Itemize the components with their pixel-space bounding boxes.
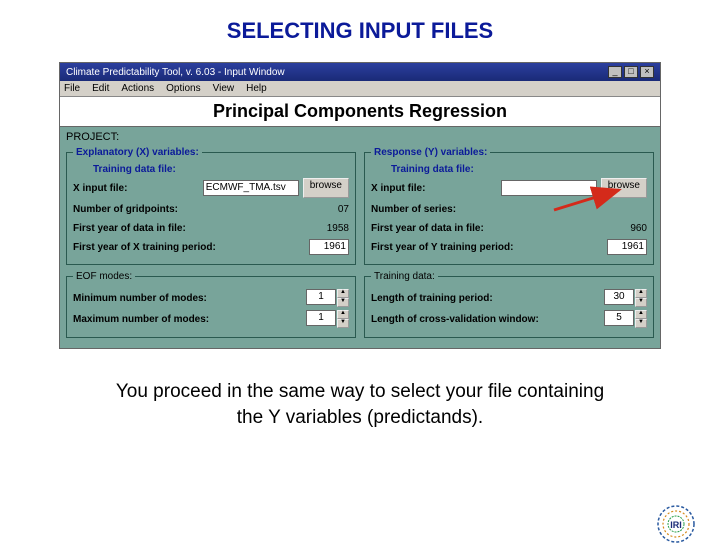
eof-legend: EOF modes: — [73, 271, 135, 282]
max-modes-label: Maximum number of modes: — [73, 314, 209, 325]
slide-caption: You proceed in the same way to select yo… — [40, 379, 680, 430]
y-legend: Response (Y) variables: — [371, 147, 490, 158]
iri-logo: IRI — [656, 504, 696, 544]
menu-options[interactable]: Options — [166, 83, 200, 94]
x-firstyear-file-label: First year of data in file: — [73, 223, 186, 234]
window-title: Climate Predictability Tool, v. 6.03 - I… — [66, 67, 285, 78]
y-firstyear-file-label: First year of data in file: — [371, 223, 484, 234]
menu-file[interactable]: File — [64, 83, 80, 94]
menu-view[interactable]: View — [213, 83, 235, 94]
training-legend: Training data: — [371, 271, 438, 282]
y-input-file-label: X input file: — [371, 183, 425, 194]
y-firstyear-train-field[interactable]: 1961 — [607, 239, 647, 255]
slide-title: SELECTING INPUT FILES — [0, 18, 720, 44]
y-input-file-field[interactable] — [501, 180, 597, 196]
min-modes-up[interactable]: ▲ — [337, 289, 349, 298]
x-ngrid-value: 07 — [319, 204, 349, 215]
min-modes-down[interactable]: ▼ — [337, 298, 349, 307]
y-variables-fieldset: Response (Y) variables: Training data fi… — [364, 147, 654, 265]
maximize-button[interactable]: □ — [624, 66, 638, 78]
max-modes-down[interactable]: ▼ — [337, 319, 349, 328]
train-len-field[interactable]: 30 — [604, 289, 634, 305]
x-firstyear-train-field[interactable]: 1961 — [309, 239, 349, 255]
x-browse-button[interactable]: browse — [303, 178, 349, 198]
cv-len-field[interactable]: 5 — [604, 310, 634, 326]
train-len-down[interactable]: ▼ — [635, 298, 647, 307]
cv-len-down[interactable]: ▼ — [635, 319, 647, 328]
training-data-fieldset: Training data: Length of training period… — [364, 271, 654, 338]
train-len-label: Length of training period: — [371, 293, 493, 304]
y-firstyear-train-label: First year of Y training period: — [371, 242, 513, 253]
y-nseries-label: Number of series: — [371, 204, 456, 215]
train-len-up[interactable]: ▲ — [635, 289, 647, 298]
x-legend: Explanatory (X) variables: — [73, 147, 202, 158]
menu-help[interactable]: Help — [246, 83, 267, 94]
cv-len-label: Length of cross-validation window: — [371, 314, 539, 325]
menubar: File Edit Actions Options View Help — [60, 81, 660, 97]
x-firstyear-train-label: First year of X training period: — [73, 242, 216, 253]
project-label: PROJECT: — [66, 131, 654, 143]
menu-actions[interactable]: Actions — [121, 83, 154, 94]
x-input-file-field[interactable]: ECMWF_TMA.tsv — [203, 180, 299, 196]
menu-edit[interactable]: Edit — [92, 83, 109, 94]
min-modes-field[interactable]: 1 — [306, 289, 336, 305]
close-button[interactable]: × — [640, 66, 654, 78]
y-browse-button[interactable]: browse — [601, 178, 647, 198]
x-variables-fieldset: Explanatory (X) variables: Training data… — [66, 147, 356, 265]
min-modes-label: Minimum number of modes: — [73, 293, 207, 304]
x-sublabel: Training data file: — [93, 164, 349, 175]
cv-len-up[interactable]: ▲ — [635, 310, 647, 319]
x-input-file-label: X input file: — [73, 183, 127, 194]
max-modes-up[interactable]: ▲ — [337, 310, 349, 319]
x-firstyear-file-value: 1958 — [319, 223, 349, 234]
titlebar: Climate Predictability Tool, v. 6.03 - I… — [60, 63, 660, 81]
y-firstyear-file-value: 960 — [617, 223, 647, 234]
eof-modes-fieldset: EOF modes: Minimum number of modes: 1 ▲ … — [66, 271, 356, 338]
minimize-button[interactable]: _ — [608, 66, 622, 78]
panel-heading: Principal Components Regression — [60, 97, 660, 127]
x-ngrid-label: Number of gridpoints: — [73, 204, 178, 215]
y-sublabel: Training data file: — [391, 164, 647, 175]
svg-text:IRI: IRI — [670, 520, 682, 530]
max-modes-field[interactable]: 1 — [306, 310, 336, 326]
app-window: Climate Predictability Tool, v. 6.03 - I… — [59, 62, 661, 349]
